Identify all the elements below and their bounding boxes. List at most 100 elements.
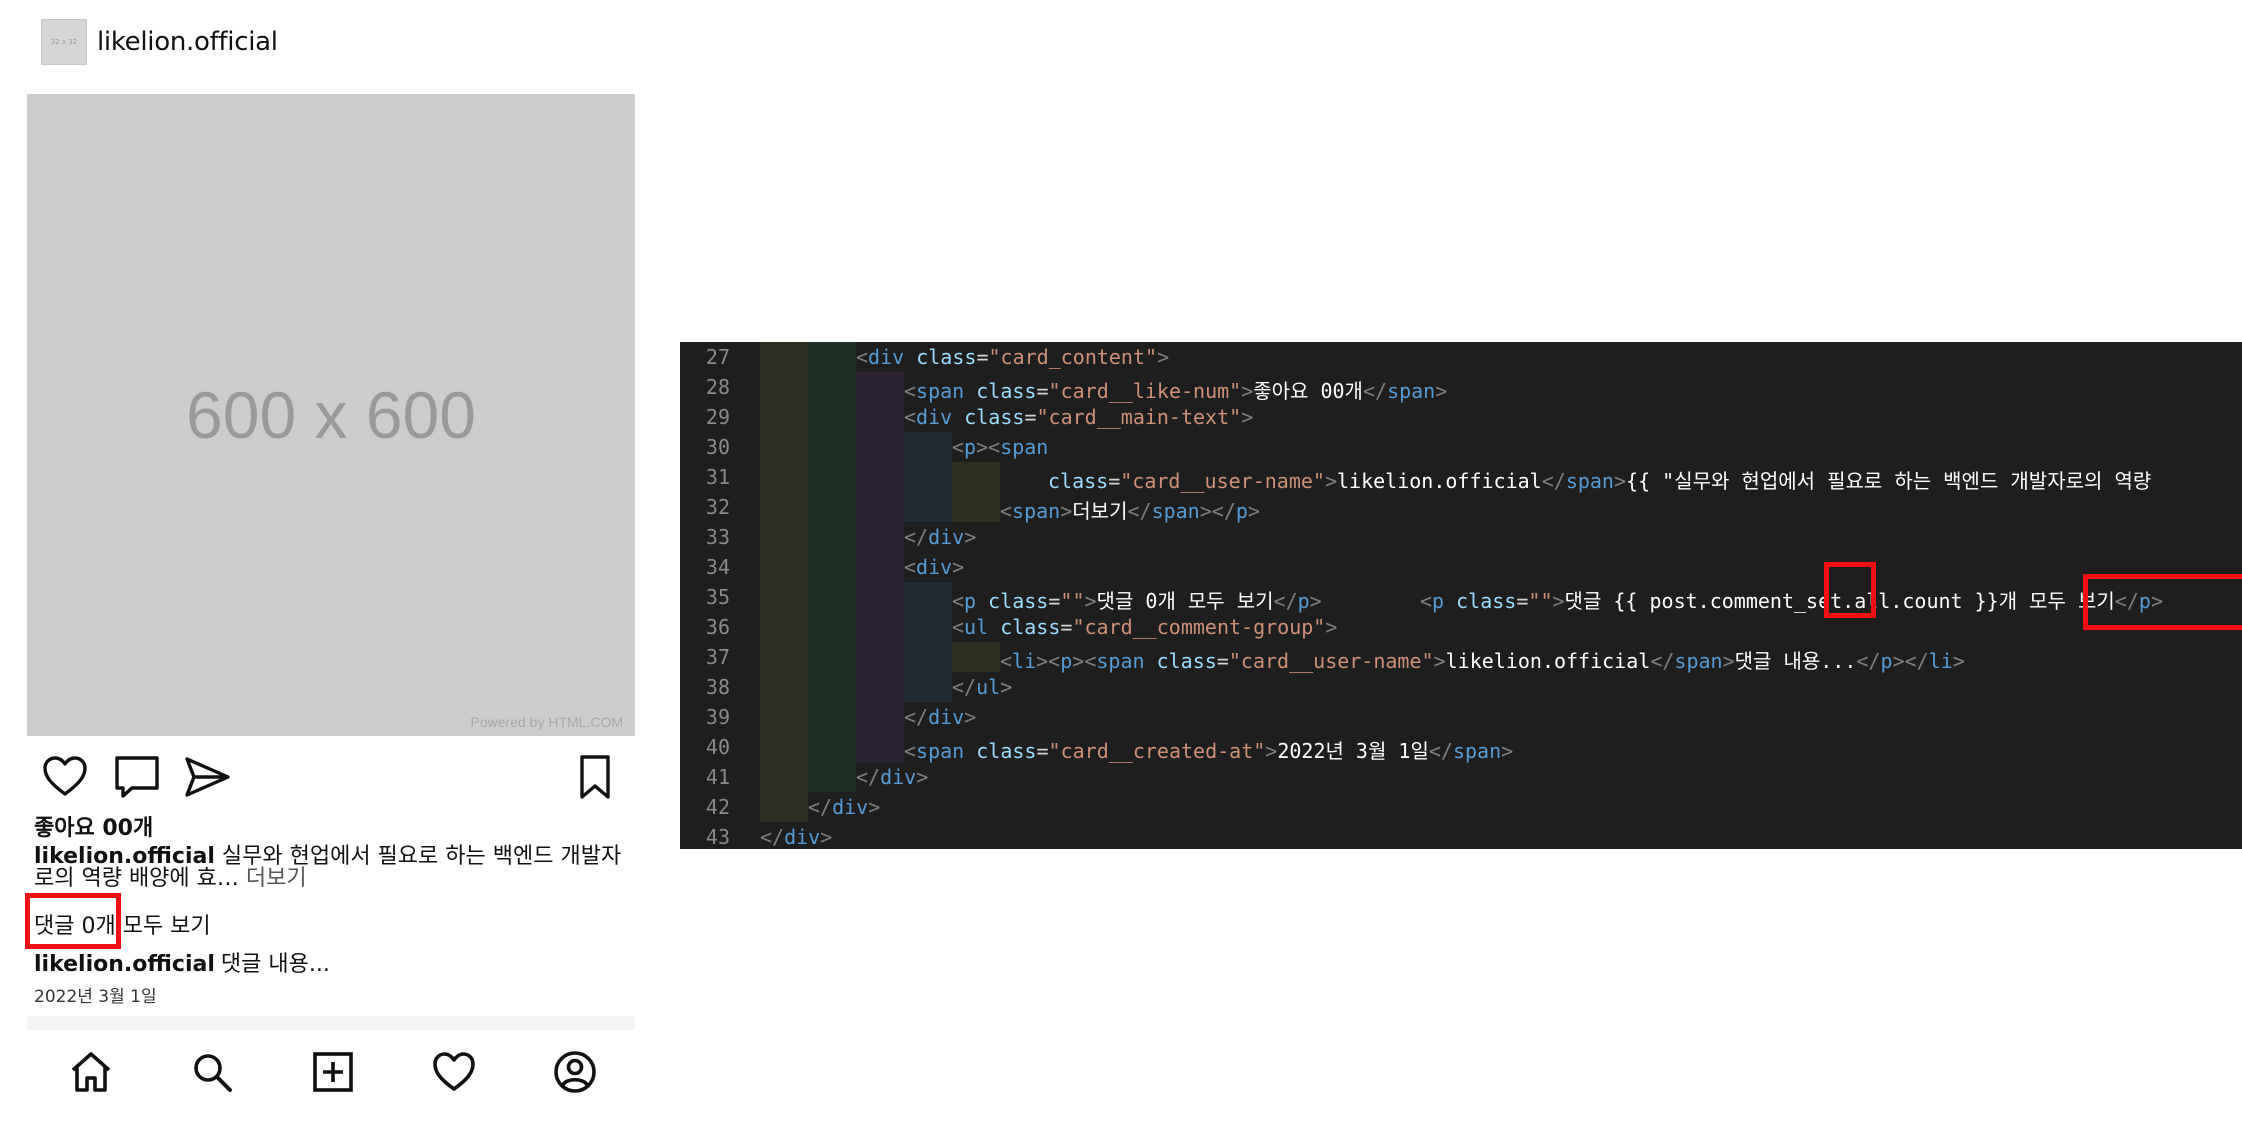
line-number: 43 [705, 825, 730, 849]
indent-guide [760, 642, 808, 672]
line-number: 37 [705, 645, 730, 669]
indent-guide [760, 342, 808, 372]
indent-guide [808, 372, 856, 402]
indent-guide [856, 732, 904, 762]
line-number: 31 [705, 465, 730, 489]
code-line: 36 <ul class="card__comment-group"> [680, 612, 2242, 642]
line-number: 33 [705, 525, 730, 549]
indent-guide [760, 402, 808, 432]
code-line: 29 <div class="card__main-text"> [680, 402, 2242, 432]
code-line: 42 </div> [680, 792, 2242, 822]
indent-guide [808, 702, 856, 732]
line-number: 30 [705, 435, 730, 459]
more-link[interactable]: 더보기 [246, 866, 307, 891]
indent-guide [760, 762, 808, 792]
indent-guide [856, 372, 904, 402]
line-number: 38 [705, 675, 730, 699]
indent-guide [808, 522, 856, 552]
code-line: 39 </div> [680, 702, 2242, 732]
indent-guide [904, 582, 952, 612]
line-number: 42 [705, 795, 730, 819]
line-number: 35 [705, 585, 730, 609]
post-caption: likelion.official 실무와 현업에서 필요로 하는 백엔드 개발… [34, 846, 624, 890]
indent-guide [856, 672, 904, 702]
code-line: 37 <li><p><span class="card__user-name">… [680, 642, 2242, 673]
profile-icon[interactable] [551, 1048, 599, 1096]
indent-guide [808, 402, 856, 432]
comment-item: likelion.official 댓글 내용... [34, 946, 330, 978]
line-number: 36 [705, 615, 730, 639]
line-number: 41 [705, 765, 730, 789]
add-post-icon[interactable] [309, 1048, 357, 1096]
post-image: 600 x 600 Powered by HTML.COM [27, 94, 635, 736]
indent-guide [856, 582, 904, 612]
replacement-code: <p class="">댓글 {{ post.comment_set.all.c… [1420, 589, 2163, 613]
bookmark-icon[interactable] [570, 752, 620, 802]
code-line: 38 </ul> [680, 672, 2242, 702]
home-icon[interactable] [67, 1048, 115, 1096]
code-line: 35 <p class="">댓글 0개 모두 보기</p> <p class=… [680, 582, 2242, 613]
indent-guide [904, 492, 952, 522]
post-preview: 32 x 32 likelion.official 600 x 600 Powe… [0, 0, 660, 1125]
indent-guide [808, 462, 856, 492]
code-line: 30 <p><span [680, 432, 2242, 462]
image-credit: Powered by HTML.COM [470, 714, 623, 730]
code-line: 43 </div> [680, 822, 2242, 849]
indent-guide [856, 432, 904, 462]
line-number: 29 [705, 405, 730, 429]
indent-guide [904, 642, 952, 672]
code-line: 33 </div> [680, 522, 2242, 552]
indent-guide [760, 462, 808, 492]
indent-guide [856, 462, 904, 492]
indent-guide [904, 462, 952, 492]
code-editor[interactable]: 27 <div class="card_content"> 28 <span c… [680, 342, 2242, 849]
avatar-placeholder-text: 32 x 32 [50, 38, 78, 46]
post-date: 2022년 3월 1일 [34, 987, 157, 1007]
send-icon[interactable] [182, 752, 232, 802]
post-actions [40, 752, 620, 802]
indent-guide [856, 402, 904, 432]
indent-guide [808, 762, 856, 792]
search-icon[interactable] [188, 1048, 236, 1096]
image-placeholder-label: 600 x 600 [186, 378, 476, 452]
avatar[interactable]: 32 x 32 [41, 19, 87, 65]
divider [27, 1016, 635, 1030]
indent-guide [856, 612, 904, 642]
code-line: 34 <div> [680, 552, 2242, 582]
indent-guide [856, 522, 904, 552]
indent-guide [952, 642, 1000, 672]
indent-guide [808, 612, 856, 642]
indent-guide [760, 702, 808, 732]
post-username[interactable]: likelion.official [97, 27, 278, 57]
highlight-box [1824, 562, 1876, 618]
line-number: 27 [705, 345, 730, 369]
heart-icon[interactable] [40, 752, 90, 802]
indent-guide [760, 612, 808, 642]
indent-guide [904, 612, 952, 642]
line-number: 34 [705, 555, 730, 579]
code-line: 31 class="card__user-name">likelion.offi… [680, 462, 2242, 493]
activity-heart-icon[interactable] [430, 1048, 478, 1096]
indent-guide [904, 672, 952, 702]
indent-guide [760, 792, 808, 822]
post-header: 32 x 32 likelion.official [41, 18, 278, 66]
indent-guide [808, 552, 856, 582]
indent-guide [808, 672, 856, 702]
comment-icon[interactable] [112, 752, 162, 802]
indent-guide [952, 462, 1000, 492]
indent-guide [808, 582, 856, 612]
indent-guide [856, 552, 904, 582]
indent-guide [760, 672, 808, 702]
indent-guide [856, 492, 904, 522]
code-line: 27 <div class="card_content"> [680, 342, 2242, 372]
comment-text: 댓글 내용... [220, 952, 330, 977]
highlight-box [25, 893, 121, 949]
indent-guide [760, 432, 808, 462]
indent-guide [808, 732, 856, 762]
bottom-nav [27, 1040, 635, 1104]
indent-guide [760, 492, 808, 522]
comment-username[interactable]: likelion.official [34, 952, 215, 977]
indent-guide [856, 642, 904, 672]
code-line: 28 <span class="card__like-num">좋아요 00개<… [680, 372, 2242, 403]
indent-guide [760, 732, 808, 762]
